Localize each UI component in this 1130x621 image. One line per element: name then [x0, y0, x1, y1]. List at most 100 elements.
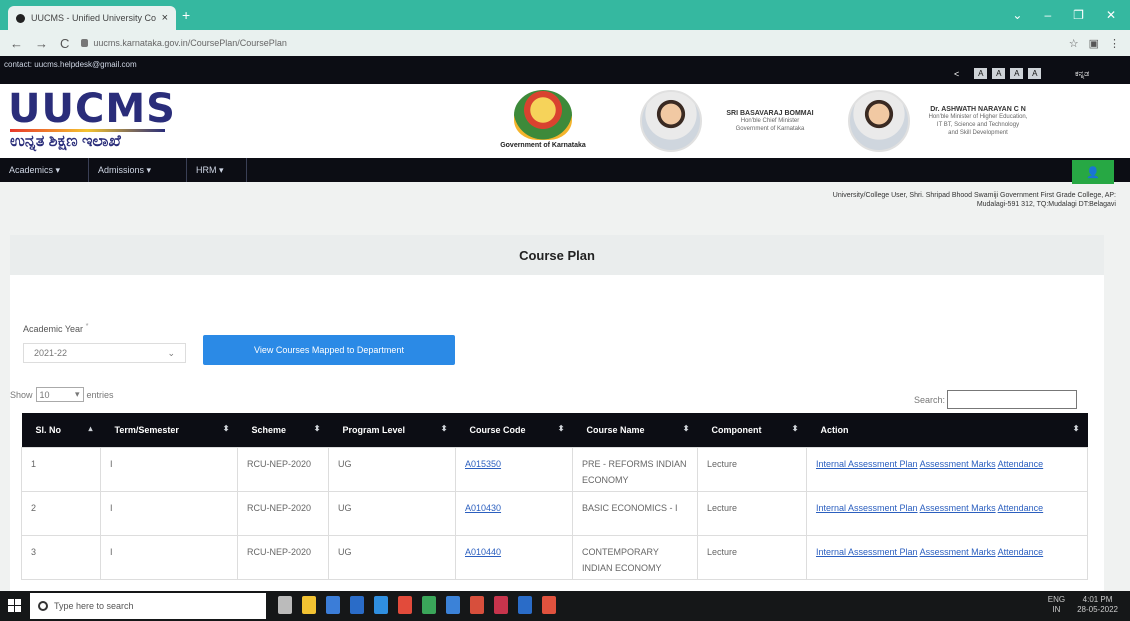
tray-language[interactable]: ENG: [1048, 595, 1065, 605]
site-header: UUCMS ಉನ್ನತ ಶಿಕ್ಷಣ ಇಲಾಖೆ Government of K…: [0, 84, 1130, 158]
contact-email[interactable]: contact: uucms.helpdesk@gmail.com: [4, 60, 137, 69]
tab-title: UUCMS - Unified University Coll: [31, 13, 156, 23]
app-icon-blue[interactable]: [446, 596, 460, 614]
cell-sl-no: 1: [21, 446, 101, 492]
contrast-button[interactable]: A: [1028, 68, 1042, 79]
cell-program-level: UG: [328, 446, 456, 492]
mail-icon[interactable]: [374, 596, 388, 614]
assessment-marks-link[interactable]: Assessment Marks: [920, 459, 996, 469]
header-program-level[interactable]: Program Level ⬍: [328, 413, 456, 447]
attendance-link[interactable]: Attendance: [998, 503, 1044, 513]
nav-admissions[interactable]: Admissions ▾: [89, 158, 187, 182]
entries-per-page-select[interactable]: 10 ▾: [35, 387, 84, 402]
edge-icon[interactable]: [350, 596, 364, 614]
file-explorer-icon[interactable]: [302, 596, 316, 614]
url-field[interactable]: uucms.karnataka.gov.in/CoursePlan/Course…: [81, 38, 287, 48]
forward-arrow-icon[interactable]: →: [35, 36, 48, 51]
cell-term: I: [100, 534, 238, 580]
header-term-semester[interactable]: Term/Semester ⬍: [100, 413, 238, 447]
header-sl-no[interactable]: Sl. No ▴: [21, 413, 101, 447]
assessment-marks-link[interactable]: Assessment Marks: [920, 547, 996, 557]
course-code-link[interactable]: A010430: [465, 503, 501, 513]
tab-search-icon[interactable]: ⌄: [1012, 8, 1022, 22]
header-course-code[interactable]: Course Code ⬍: [455, 413, 573, 447]
header-course-name[interactable]: Course Name ⬍: [572, 413, 698, 447]
table-row: 1 I RCU-NEP-2020 UG A015350 PRE - REFORM…: [21, 446, 1088, 492]
internal-assessment-plan-link[interactable]: Internal Assessment Plan: [816, 547, 918, 557]
tray-time[interactable]: 4:01 PM: [1077, 595, 1118, 605]
site-favicon-icon: [16, 13, 25, 23]
restore-button[interactable]: ❐: [1073, 8, 1084, 22]
header-component[interactable]: Component ⬍: [697, 413, 807, 447]
internal-assessment-plan-link[interactable]: Internal Assessment Plan: [816, 459, 918, 469]
emblem-caption: Government of Karnataka: [500, 142, 586, 149]
app-icon-maroon[interactable]: [494, 596, 508, 614]
show-entries-control: Show 10 ▾ entries: [10, 387, 114, 402]
cell-course-name: BASIC ECONOMICS - I: [572, 490, 698, 536]
cell-course-code: A010430: [455, 490, 573, 536]
accessibility-icon[interactable]: <: [954, 69, 959, 79]
browser-tab[interactable]: UUCMS - Unified University Coll ×: [8, 6, 176, 30]
store-icon[interactable]: [326, 596, 340, 614]
header-scheme[interactable]: Scheme ⬍: [237, 413, 329, 447]
sort-icon: ⬍: [682, 424, 690, 433]
course-code-link[interactable]: A010440: [465, 547, 501, 557]
karnataka-emblem: Government of Karnataka: [488, 90, 598, 156]
chief-minister-photo: [640, 90, 702, 152]
table-header-row: Sl. No ▴ Term/Semester ⬍ Scheme ⬍ Program L…: [21, 413, 1088, 447]
search-input[interactable]: [947, 390, 1078, 409]
chrome-icon-alt[interactable]: [542, 596, 556, 614]
site-top-strip: contact: uucms.helpdesk@gmail.com < A A …: [0, 56, 1130, 84]
close-window-button[interactable]: ✕: [1106, 8, 1116, 22]
entries-per-page-value: 10: [39, 389, 50, 400]
reload-icon[interactable]: C: [60, 36, 69, 51]
course-code-link[interactable]: A015350: [465, 459, 501, 469]
attendance-link[interactable]: Attendance: [998, 459, 1044, 469]
academic-year-select[interactable]: 2021-22 ⌄: [23, 343, 186, 363]
nav-academics[interactable]: Academics ▾: [0, 158, 89, 182]
nav-hrm[interactable]: HRM ▾: [187, 158, 247, 182]
chief-minister-govt: Government of Karnataka: [735, 125, 805, 132]
font-reset-button[interactable]: A: [992, 68, 1006, 79]
word-icon[interactable]: [518, 596, 532, 614]
cell-program-level: UG: [328, 534, 456, 580]
back-arrow-icon[interactable]: ←: [10, 36, 23, 51]
dropdown-caret-icon: ▾: [74, 389, 80, 399]
minimize-button[interactable]: –: [1044, 8, 1051, 22]
cell-sl-no: 3: [21, 534, 101, 580]
bookmark-star-icon[interactable]: ☆: [1069, 37, 1079, 50]
tray-date[interactable]: 28-05-2022: [1077, 605, 1118, 615]
app-icon-red[interactable]: [470, 596, 484, 614]
app-icon-green[interactable]: [422, 596, 436, 614]
user-icon: 👤: [1086, 166, 1100, 179]
language-toggle[interactable]: ಕನ್ನಡ: [1075, 69, 1089, 79]
sort-icon: ⬍: [1072, 424, 1080, 433]
font-increase-button[interactable]: A: [1010, 68, 1024, 79]
taskbar-search-box[interactable]: Type here to search: [30, 593, 266, 619]
uucms-logo[interactable]: UUCMS: [8, 87, 176, 131]
internal-assessment-plan-link[interactable]: Internal Assessment Plan: [816, 503, 918, 513]
college-info: University/College User, Shri. Shripad B…: [686, 191, 1116, 209]
taskbar-search-placeholder: Type here to search: [54, 601, 134, 611]
course-plan-panel: Course Plan Academic Year * 2021-22 ⌄ Vi…: [10, 235, 1104, 591]
header-action-label: Action: [820, 424, 849, 435]
view-courses-button[interactable]: View Courses Mapped to Department: [203, 335, 455, 365]
font-decrease-button[interactable]: A: [974, 68, 988, 79]
assessment-marks-link[interactable]: Assessment Marks: [920, 503, 996, 513]
window-controls: ⌄ – ❐ ✕: [1012, 8, 1116, 22]
attendance-link[interactable]: Attendance: [998, 547, 1044, 557]
extensions-icon[interactable]: ▣: [1089, 37, 1099, 50]
new-tab-button[interactable]: +: [182, 7, 190, 23]
task-view-icon[interactable]: [278, 596, 292, 614]
education-minister-title-3: and Skill Development: [948, 129, 1008, 136]
windows-start-icon[interactable]: [8, 599, 21, 612]
education-minister-title-1: Hon'ble Minister of Higher Education,: [928, 113, 1028, 120]
browser-menu-icon[interactable]: ⋮: [1109, 37, 1120, 50]
header-action[interactable]: Action ⬍: [806, 413, 1088, 447]
chrome-icon[interactable]: [398, 596, 412, 614]
cell-course-code: A010440: [455, 534, 573, 580]
academic-year-value: 2021-22: [34, 348, 68, 358]
header-program-level-label: Program Level: [342, 424, 406, 435]
user-account-button[interactable]: 👤: [1072, 160, 1114, 184]
close-tab-icon[interactable]: ×: [162, 12, 168, 24]
